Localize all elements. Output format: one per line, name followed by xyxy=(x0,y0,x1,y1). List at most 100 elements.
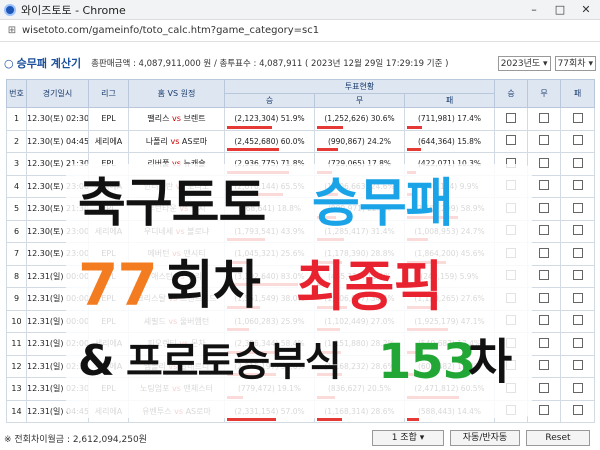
close-icon[interactable]: ✕ xyxy=(572,0,600,20)
auto-pick-button[interactable]: 자동/반자동 xyxy=(450,430,520,446)
overlay-proto-number: 153 xyxy=(378,334,476,390)
vote-lose-text: (644,364) 15.8% xyxy=(417,136,482,146)
row-pick-draw-cell xyxy=(527,107,562,131)
row-vote-draw: (990,867) 24.2% xyxy=(314,129,405,153)
site-info-icon[interactable]: ⊞ xyxy=(6,25,18,37)
vote-lose-bar xyxy=(407,418,420,421)
maximize-icon[interactable]: □ xyxy=(546,0,574,20)
vote-draw-text: (1,252,626) 30.6% xyxy=(324,114,395,124)
col-header-pick-lose: 패 xyxy=(560,79,596,108)
overlay-ampersand: & xyxy=(78,336,115,385)
row-pick-win-cell xyxy=(494,107,529,131)
reset-button[interactable]: Reset xyxy=(526,430,590,446)
round-select[interactable]: 77회차 ▾ xyxy=(554,55,596,71)
row-number: 11 xyxy=(6,332,27,356)
pick-lose-checkbox[interactable] xyxy=(572,157,583,168)
pick-draw-checkbox[interactable] xyxy=(539,270,550,281)
row-number: 14 xyxy=(6,399,27,423)
pick-draw-checkbox[interactable] xyxy=(539,292,550,303)
site-logo-icon xyxy=(4,3,16,16)
page: ○ 승무패 계산기 총판매금액 : 4,087,911,000 원 / 총투표수 … xyxy=(0,42,600,450)
year-select[interactable]: 2023년도 ▾ xyxy=(497,55,551,71)
table-row: 1 12.30(토) 02:30 EPL 팰리스 vs 브렌트 (2,123,304) … xyxy=(6,107,596,131)
url-text[interactable]: wisetoto.com/gameinfo/toto_calc.htm?game… xyxy=(22,25,319,36)
combo-select[interactable]: 1 조합 ▾ xyxy=(372,430,444,446)
col-header-no: 번호 xyxy=(6,79,27,108)
pick-lose-checkbox[interactable] xyxy=(572,337,583,348)
row-pick-draw-cell xyxy=(527,174,562,198)
overlay-final-pick: 최종픽 xyxy=(296,255,443,318)
row-pick-lose-cell xyxy=(560,399,596,423)
row-pick-draw-cell xyxy=(527,219,562,243)
overlay-title-part2: 승무패 xyxy=(312,174,454,234)
chevron-down-icon: ▾ xyxy=(588,58,593,69)
combo-select-value: 1 조합 xyxy=(391,433,417,443)
vote-draw-bar xyxy=(317,148,338,151)
pick-lose-checkbox[interactable] xyxy=(572,247,583,258)
pick-win-checkbox[interactable] xyxy=(506,112,517,123)
pick-draw-checkbox[interactable] xyxy=(539,202,550,213)
overlay-round-number: 77 xyxy=(78,251,158,319)
pick-lose-checkbox[interactable] xyxy=(572,270,583,281)
pick-draw-checkbox[interactable] xyxy=(539,360,550,371)
vote-lose-text: (711,981) 17.4% xyxy=(417,114,482,124)
row-number: 12 xyxy=(6,354,27,378)
row-vote-win: (2,452,680) 60.0% xyxy=(224,129,315,153)
row-pick-lose-cell xyxy=(560,242,596,266)
sales-summary: 총판매금액 : 4,087,911,000 원 / 총투표수 : 4,087,9… xyxy=(91,59,449,69)
pick-lose-checkbox[interactable] xyxy=(572,360,583,371)
pick-draw-checkbox[interactable] xyxy=(539,112,550,123)
pick-draw-checkbox[interactable] xyxy=(539,382,550,393)
page-title: ○ 승무패 계산기 xyxy=(4,55,81,71)
col-header-pick-win: 승 xyxy=(494,79,529,108)
col-header-match: 홈 VS 원정 xyxy=(128,79,225,108)
pick-draw-checkbox[interactable] xyxy=(539,225,550,236)
row-pick-draw-cell xyxy=(527,242,562,266)
overlay-title-part1: 축구토토 xyxy=(78,174,266,234)
row-pick-draw-cell xyxy=(527,332,562,356)
vote-win-bar xyxy=(227,125,272,129)
pick-lose-checkbox[interactable] xyxy=(572,225,583,236)
pick-lose-checkbox[interactable] xyxy=(572,315,583,326)
row-number: 5 xyxy=(6,197,27,221)
minimize-icon[interactable]: – xyxy=(520,0,548,20)
row-number: 3 xyxy=(6,152,27,176)
row-pick-draw-cell xyxy=(527,197,562,221)
pick-lose-checkbox[interactable] xyxy=(572,180,583,191)
circle-bullet-icon: ○ xyxy=(4,57,14,70)
vote-lose-bar xyxy=(407,148,421,151)
pick-draw-checkbox[interactable] xyxy=(539,247,550,258)
row-pick-draw-cell xyxy=(527,287,562,311)
vote-win-text: (2,452,680) 60.0% xyxy=(234,136,305,146)
vote-draw-text: (990,867) 24.2% xyxy=(327,136,392,146)
pick-draw-checkbox[interactable] xyxy=(539,337,550,348)
table-row: 2 12.30(토) 04:45 세리에A 나폴리 vs AS로마 (2,452,680… xyxy=(6,129,596,153)
row-league: 세리에A xyxy=(88,129,129,153)
pick-lose-checkbox[interactable] xyxy=(572,112,583,123)
carryover-amount: ※ 전회차이월금 : 2,612,094,250원 xyxy=(4,434,147,445)
col-header-date: 경기일시 xyxy=(26,79,89,108)
pick-draw-checkbox[interactable] xyxy=(539,135,550,146)
pick-draw-checkbox[interactable] xyxy=(539,157,550,168)
row-number: 4 xyxy=(6,174,27,198)
pick-lose-checkbox[interactable] xyxy=(572,382,583,393)
pick-win-checkbox[interactable] xyxy=(506,135,517,146)
promo-overlay: 축구토토 승무패 77 회차 최종픽 & 프로토승부식 153 차 xyxy=(66,164,532,418)
overlay-proto-suffix: 차 xyxy=(468,334,512,390)
pick-lose-checkbox[interactable] xyxy=(572,202,583,213)
pick-lose-checkbox[interactable] xyxy=(572,135,583,146)
pick-lose-checkbox[interactable] xyxy=(572,292,583,303)
row-pick-lose-cell xyxy=(560,129,596,153)
pick-draw-checkbox[interactable] xyxy=(539,405,550,416)
row-number: 2 xyxy=(6,129,27,153)
row-number: 8 xyxy=(6,264,27,288)
pick-lose-checkbox[interactable] xyxy=(572,405,583,416)
pick-draw-checkbox[interactable] xyxy=(539,180,550,191)
page-header: ○ 승무패 계산기 총판매금액 : 4,087,911,000 원 / 총투표수 … xyxy=(4,54,596,72)
row-pick-draw-cell xyxy=(527,309,562,333)
row-vote-lose: (644,364) 15.8% xyxy=(403,129,496,153)
pick-draw-checkbox[interactable] xyxy=(539,315,550,326)
row-pick-lose-cell xyxy=(560,152,596,176)
address-bar[interactable]: ⊞ wisetoto.com/gameinfo/toto_calc.htm?ga… xyxy=(0,20,600,42)
col-header-league: 리그 xyxy=(88,79,129,108)
